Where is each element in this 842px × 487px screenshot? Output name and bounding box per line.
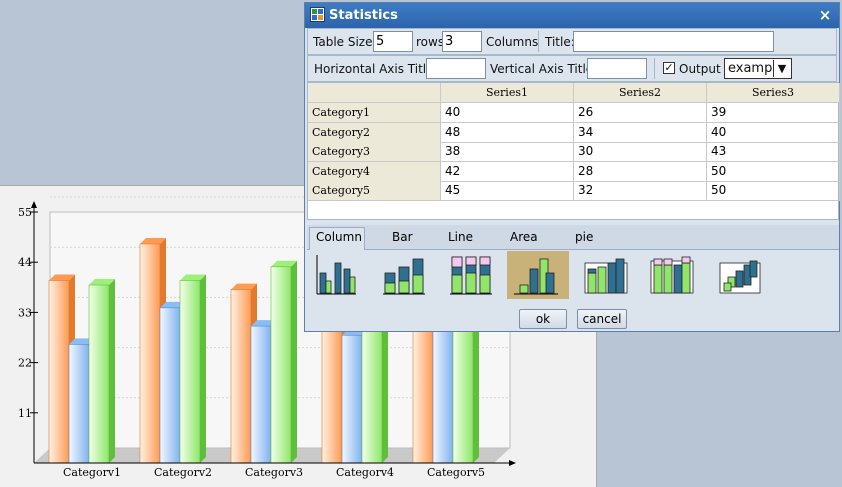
column-3d-icon[interactable] xyxy=(711,251,761,299)
bar xyxy=(88,279,115,464)
table-corner-cell xyxy=(308,83,441,103)
tab-pie[interactable]: pie xyxy=(575,230,593,244)
table-cell[interactable]: 34 xyxy=(574,122,707,143)
table-size-toolbar: Table Size: rows Columns Title: xyxy=(307,28,837,55)
table-cell[interactable]: 39 xyxy=(707,103,840,123)
table-row: Category1 40 26 39 xyxy=(308,103,840,123)
tab-area[interactable]: Area xyxy=(510,230,538,244)
column-percent-stacked-icon[interactable] xyxy=(443,251,492,299)
x-tick-label: Categorv3 xyxy=(245,466,303,479)
table-header-row: Series1 Series2 Series3 xyxy=(308,83,840,103)
table-row: Category5 45 32 50 xyxy=(308,181,840,202)
table-row: Category4 42 28 50 xyxy=(308,161,840,182)
vertical-axis-title-input[interactable] xyxy=(587,58,647,79)
title-input[interactable] xyxy=(573,31,774,52)
close-button[interactable]: × xyxy=(817,6,833,24)
y-tick-label: 44 xyxy=(18,256,32,269)
output-select-value: exampl xyxy=(728,61,774,76)
bar xyxy=(270,260,297,464)
toolbar-separator xyxy=(538,31,539,52)
chevron-down-icon[interactable]: ▼ xyxy=(773,60,790,77)
column-3d-percent-stacked-icon[interactable] xyxy=(643,251,694,299)
statistics-icon xyxy=(310,7,325,22)
row-header: Category5 xyxy=(308,181,441,202)
table-cell[interactable]: 42 xyxy=(441,161,574,182)
y-tick-label: 55 xyxy=(18,206,32,219)
toolbar-separator xyxy=(654,58,655,79)
tab-bar[interactable]: Bar xyxy=(392,230,413,244)
y-tick-label: 22 xyxy=(18,357,32,370)
dialog-titlebar[interactable]: Statistics × xyxy=(305,3,839,28)
row-header: Category2 xyxy=(308,122,441,143)
columns-label: Columns xyxy=(486,35,539,49)
x-tick-label: Categorv5 xyxy=(427,466,485,479)
horizontal-axis-title-input[interactable] xyxy=(426,58,486,79)
table-row: Category2 48 34 40 xyxy=(308,122,840,143)
table-cell[interactable]: 30 xyxy=(574,142,707,163)
column-header: Series1 xyxy=(441,83,574,103)
ok-button[interactable]: ok xyxy=(519,309,567,329)
column-header: Series2 xyxy=(574,83,707,103)
row-header: Category4 xyxy=(308,161,441,182)
chart-style-thumbnails xyxy=(307,249,839,301)
table-cell[interactable]: 38 xyxy=(441,142,574,163)
cancel-button[interactable]: cancel xyxy=(577,309,627,329)
x-tick-label: Categorv4 xyxy=(336,466,394,479)
table-cell[interactable]: 43 xyxy=(707,142,840,163)
horizontal-axis-title-label: Horizontal Axis Title: xyxy=(314,62,438,76)
table-cell[interactable]: 40 xyxy=(707,122,840,143)
table-cell[interactable]: 26 xyxy=(574,103,707,123)
column-3d-stacked-icon[interactable] xyxy=(577,251,628,299)
tab-column[interactable]: Column xyxy=(316,230,362,244)
rows-label: rows xyxy=(416,35,445,49)
y-tick-label: 11 xyxy=(18,407,32,420)
output-checkbox[interactable]: ✓ xyxy=(663,62,675,74)
output-label: Output xyxy=(679,62,721,76)
x-tick-label: Categorv2 xyxy=(154,466,212,479)
column-clustered-icon[interactable] xyxy=(309,251,357,299)
chart-type-tabs: Column Bar Line Area pie xyxy=(307,225,839,250)
column-3d-clustered-icon[interactable] xyxy=(507,251,569,299)
table-cell[interactable]: 50 xyxy=(707,161,840,182)
table-cell[interactable]: 48 xyxy=(441,122,574,143)
row-header: Category1 xyxy=(308,103,441,123)
title-label: Title: xyxy=(545,35,575,49)
x-axis-arrow xyxy=(509,460,516,466)
y-tick-label: 33 xyxy=(18,306,32,319)
column-header: Series3 xyxy=(707,83,840,103)
tab-line[interactable]: Line xyxy=(448,230,473,244)
checkmark-icon: ✓ xyxy=(664,61,674,74)
column-stacked-icon[interactable] xyxy=(376,251,425,299)
rows-input[interactable] xyxy=(373,31,413,52)
table-cell[interactable]: 45 xyxy=(441,181,574,202)
data-table: Series1 Series2 Series3 Category1 40 26 39 Cate… xyxy=(307,82,840,220)
table-cell[interactable]: 28 xyxy=(574,161,707,182)
output-select[interactable]: exampl ▼ xyxy=(724,58,792,79)
axis-title-toolbar: Horizontal Axis Title: Vertical Axis Tit… xyxy=(307,55,837,82)
x-tick-label: Categorv1 xyxy=(63,466,121,479)
table-row: Category3 38 30 43 xyxy=(308,142,840,163)
table-size-label: Table Size: xyxy=(313,35,377,49)
bar xyxy=(179,274,206,464)
table-cell[interactable]: 50 xyxy=(707,181,840,202)
dialog-title: Statistics xyxy=(329,8,398,23)
columns-input[interactable] xyxy=(442,31,482,52)
table-cell[interactable]: 32 xyxy=(574,181,707,202)
row-header: Category3 xyxy=(308,142,441,163)
vertical-axis-title-label: Vertical Axis Title: xyxy=(490,62,598,76)
table-cell[interactable]: 40 xyxy=(441,103,574,123)
statistics-dialog: Statistics × Table Size: rows Columns Ti… xyxy=(304,2,840,332)
